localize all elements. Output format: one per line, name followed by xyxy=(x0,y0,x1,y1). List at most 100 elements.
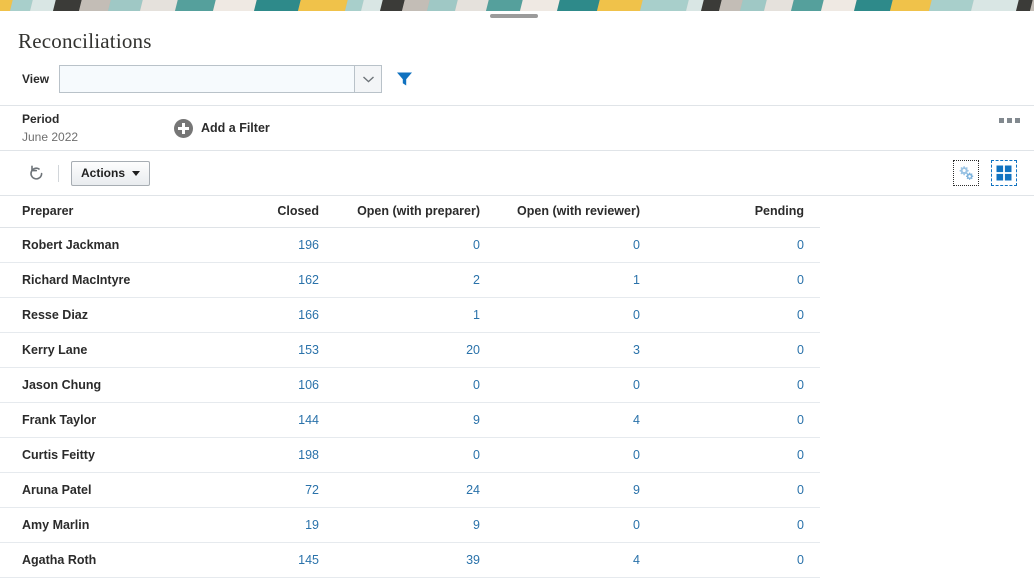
gears-icon[interactable] xyxy=(953,160,979,186)
period-filter-value[interactable]: June 2022 xyxy=(22,129,172,145)
cell-count-link[interactable]: 162 xyxy=(178,263,333,298)
cell-count-link[interactable]: 0 xyxy=(657,263,820,298)
cell-count-link[interactable]: 106 xyxy=(178,368,333,403)
banner-stripe xyxy=(969,0,1019,11)
cell-count-link[interactable]: 9 xyxy=(333,508,490,543)
table-row[interactable]: Amy Marlin19900 xyxy=(0,508,820,543)
ellipsis-dot xyxy=(1007,118,1012,123)
table-row[interactable]: Jason Chung106000 xyxy=(0,368,820,403)
period-filter-label: Period xyxy=(22,112,172,127)
cell-count-link[interactable]: 196 xyxy=(178,228,333,263)
grid-view-icon[interactable] xyxy=(991,160,1017,186)
banner-stripe xyxy=(51,0,82,11)
cell-count-link[interactable]: 24 xyxy=(333,473,490,508)
cell-count-link[interactable]: 0 xyxy=(333,228,490,263)
table-row[interactable]: Robert Jackman196000 xyxy=(0,228,820,263)
cell-count-link[interactable]: 9 xyxy=(490,473,657,508)
cell-preparer: Curtis Feitty xyxy=(0,438,178,473)
cell-count-link[interactable]: 0 xyxy=(657,368,820,403)
cell-count-link[interactable]: 1 xyxy=(333,298,490,333)
cell-count-link[interactable]: 0 xyxy=(490,228,657,263)
cell-count-link[interactable]: 72 xyxy=(178,473,333,508)
ellipsis-icon[interactable] xyxy=(999,118,1020,123)
cell-count-link[interactable]: 144 xyxy=(178,403,333,438)
banner-stripe xyxy=(484,0,523,11)
table-row[interactable]: Curtis Feitty198000 xyxy=(0,438,820,473)
column-header-preparer[interactable]: Preparer xyxy=(0,196,178,228)
table-header-row: Preparer Closed Open (with preparer) Ope… xyxy=(0,196,820,228)
table-row[interactable]: Aruna Patel722490 xyxy=(0,473,820,508)
cell-count-link[interactable]: 0 xyxy=(657,298,820,333)
banner-stripe xyxy=(138,0,178,11)
cell-count-link[interactable]: 145 xyxy=(178,543,333,578)
cell-count-link[interactable]: 0 xyxy=(657,403,820,438)
period-filter[interactable]: Period June 2022 xyxy=(22,112,172,145)
chevron-down-icon[interactable] xyxy=(354,66,381,92)
column-header-pending[interactable]: Pending xyxy=(657,196,820,228)
banner-stripe xyxy=(173,0,216,11)
table-body: Robert Jackman196000Richard MacIntyre162… xyxy=(0,228,820,578)
cell-preparer: Robert Jackman xyxy=(0,228,178,263)
cell-count-link[interactable]: 0 xyxy=(657,508,820,543)
cell-count-link[interactable]: 166 xyxy=(178,298,333,333)
caret-down-icon xyxy=(132,171,140,176)
cell-count-link[interactable]: 0 xyxy=(657,543,820,578)
cell-count-link[interactable]: 0 xyxy=(490,368,657,403)
view-select-value[interactable] xyxy=(60,66,354,92)
cell-count-link[interactable]: 1 xyxy=(490,263,657,298)
cell-count-link[interactable]: 0 xyxy=(657,473,820,508)
cell-count-link[interactable]: 4 xyxy=(490,543,657,578)
banner-stripe xyxy=(77,0,111,11)
cell-count-link[interactable]: 0 xyxy=(490,298,657,333)
drag-handle[interactable] xyxy=(490,14,538,18)
filter-funnel-icon[interactable] xyxy=(396,71,413,87)
ellipsis-dot xyxy=(999,118,1004,123)
column-header-open-preparer[interactable]: Open (with preparer) xyxy=(333,196,490,228)
banner-stripe xyxy=(211,0,257,11)
cell-preparer: Richard MacIntyre xyxy=(0,263,178,298)
cell-preparer: Amy Marlin xyxy=(0,508,178,543)
cell-count-link[interactable]: 3 xyxy=(490,333,657,368)
cell-count-link[interactable]: 2 xyxy=(333,263,490,298)
add-a-filter-label: Add a Filter xyxy=(201,121,270,135)
cell-count-link[interactable]: 0 xyxy=(657,438,820,473)
cell-count-link[interactable]: 4 xyxy=(490,403,657,438)
table-row[interactable]: Richard MacIntyre162210 xyxy=(0,263,820,298)
table-row[interactable]: Frank Taylor144940 xyxy=(0,403,820,438)
cell-preparer: Kerry Lane xyxy=(0,333,178,368)
table-toolbar: Actions xyxy=(0,151,1034,196)
banner-stripe xyxy=(819,0,857,11)
view-select[interactable] xyxy=(59,65,382,93)
cell-count-link[interactable]: 0 xyxy=(657,228,820,263)
cell-count-link[interactable]: 0 xyxy=(490,438,657,473)
cell-preparer: Frank Taylor xyxy=(0,403,178,438)
cell-count-link[interactable]: 0 xyxy=(490,508,657,543)
cell-count-link[interactable]: 39 xyxy=(333,543,490,578)
actions-button[interactable]: Actions xyxy=(71,161,150,186)
cell-count-link[interactable]: 20 xyxy=(333,333,490,368)
view-label: View xyxy=(22,72,49,86)
cell-count-link[interactable]: 153 xyxy=(178,333,333,368)
reconciliations-table: Preparer Closed Open (with preparer) Ope… xyxy=(0,196,820,578)
page-title: Reconciliations xyxy=(18,29,1034,54)
refresh-icon[interactable] xyxy=(27,164,46,183)
cell-preparer: Agatha Roth xyxy=(0,543,178,578)
banner-stripe xyxy=(252,0,301,11)
table-row[interactable]: Agatha Roth1453940 xyxy=(0,543,820,578)
banner-stripe xyxy=(789,0,824,11)
cell-count-link[interactable]: 0 xyxy=(657,333,820,368)
banner-stripe xyxy=(106,0,143,11)
cell-count-link[interactable]: 0 xyxy=(333,438,490,473)
table-row[interactable]: Kerry Lane1532030 xyxy=(0,333,820,368)
add-a-filter-button[interactable]: Add a Filter xyxy=(174,119,270,138)
cell-preparer: Jason Chung xyxy=(0,368,178,403)
column-header-closed[interactable]: Closed xyxy=(178,196,333,228)
cell-count-link[interactable]: 19 xyxy=(178,508,333,543)
column-header-open-reviewer[interactable]: Open (with reviewer) xyxy=(490,196,657,228)
ellipsis-dot xyxy=(1015,118,1020,123)
table-row[interactable]: Resse Diaz166100 xyxy=(0,298,820,333)
cell-count-link[interactable]: 0 xyxy=(333,368,490,403)
cell-count-link[interactable]: 198 xyxy=(178,438,333,473)
banner-stripe xyxy=(927,0,974,11)
cell-count-link[interactable]: 9 xyxy=(333,403,490,438)
